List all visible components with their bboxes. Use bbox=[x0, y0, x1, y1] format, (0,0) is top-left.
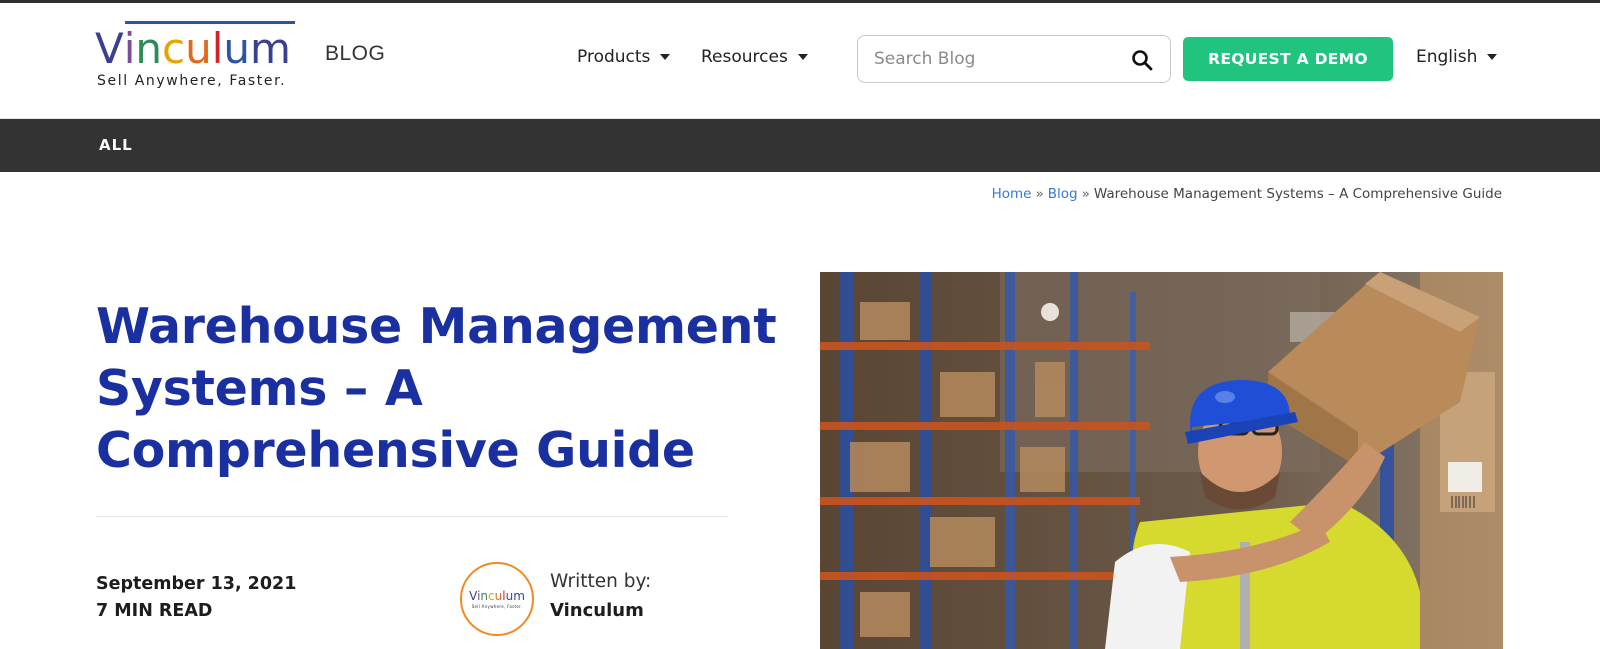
category-all[interactable]: ALL bbox=[99, 136, 133, 154]
logo-letter: V bbox=[95, 24, 124, 73]
logo-letter: m bbox=[250, 24, 291, 73]
publish-date: September 13, 2021 bbox=[96, 574, 297, 594]
logo-letter: V bbox=[469, 588, 478, 603]
logo-letter: n bbox=[480, 588, 489, 603]
request-demo-button[interactable]: REQUEST A DEMO bbox=[1183, 37, 1393, 81]
breadcrumb-blog[interactable]: Blog bbox=[1048, 186, 1078, 202]
nav-resources-label: Resources bbox=[701, 47, 788, 67]
hero-image bbox=[820, 272, 1503, 649]
caret-down-icon bbox=[797, 54, 808, 60]
logo-tagline: Sell Anywhere, Faster. bbox=[97, 73, 287, 89]
logo-letter: n bbox=[135, 24, 163, 73]
breadcrumb-separator: » bbox=[1035, 186, 1044, 202]
nav-resources[interactable]: Resources bbox=[701, 47, 808, 67]
caret-down-icon bbox=[1487, 54, 1498, 60]
warehouse-worker-photo bbox=[820, 272, 1503, 649]
category-bar: ALL bbox=[0, 119, 1600, 172]
logo-letter: l bbox=[211, 24, 224, 73]
author-name[interactable]: Vinculum bbox=[550, 600, 644, 621]
breadcrumb-home[interactable]: Home bbox=[992, 186, 1032, 202]
written-by-label: Written by: bbox=[550, 571, 652, 592]
search-box bbox=[857, 35, 1171, 83]
search-input[interactable] bbox=[874, 36, 1124, 82]
logo-letter: i bbox=[123, 24, 136, 73]
nav-products[interactable]: Products bbox=[577, 47, 671, 67]
breadcrumb-separator: » bbox=[1081, 186, 1090, 202]
site-header: Vinculum Sell Anywhere, Faster. BLOG Pro… bbox=[0, 3, 1600, 119]
vinculum-logo[interactable]: Vinculum Sell Anywhere, Faster. bbox=[95, 21, 305, 91]
page-title: Warehouse Management Systems – A Compreh… bbox=[96, 298, 777, 479]
logo-wordmark: Vinculum bbox=[95, 25, 291, 73]
language-selector[interactable]: English bbox=[1416, 47, 1498, 67]
caret-down-icon bbox=[660, 54, 671, 60]
logo-letter: u bbox=[223, 24, 251, 73]
logo-letter: c bbox=[488, 588, 495, 603]
breadcrumb: Home» Blog» Warehouse Management Systems –… bbox=[992, 186, 1502, 202]
author-avatar[interactable]: Vinculum Sell Anywhere, Faster. bbox=[460, 562, 534, 636]
logo-letter: c bbox=[162, 24, 186, 73]
language-label: English bbox=[1416, 47, 1478, 67]
avatar-logo-tagline: Sell Anywhere, Faster. bbox=[471, 603, 523, 609]
avatar-logo-word: Vinculum bbox=[469, 588, 525, 603]
nav-products-label: Products bbox=[577, 47, 651, 67]
search-icon[interactable] bbox=[1130, 48, 1154, 72]
breadcrumb-current: Warehouse Management Systems – A Compreh… bbox=[1093, 186, 1502, 202]
read-time: 7 MIN READ bbox=[96, 601, 213, 621]
logo-letter: m bbox=[513, 588, 525, 603]
title-divider bbox=[96, 516, 728, 517]
logo-letter: u bbox=[185, 24, 212, 73]
blog-label: BLOG bbox=[325, 42, 386, 65]
